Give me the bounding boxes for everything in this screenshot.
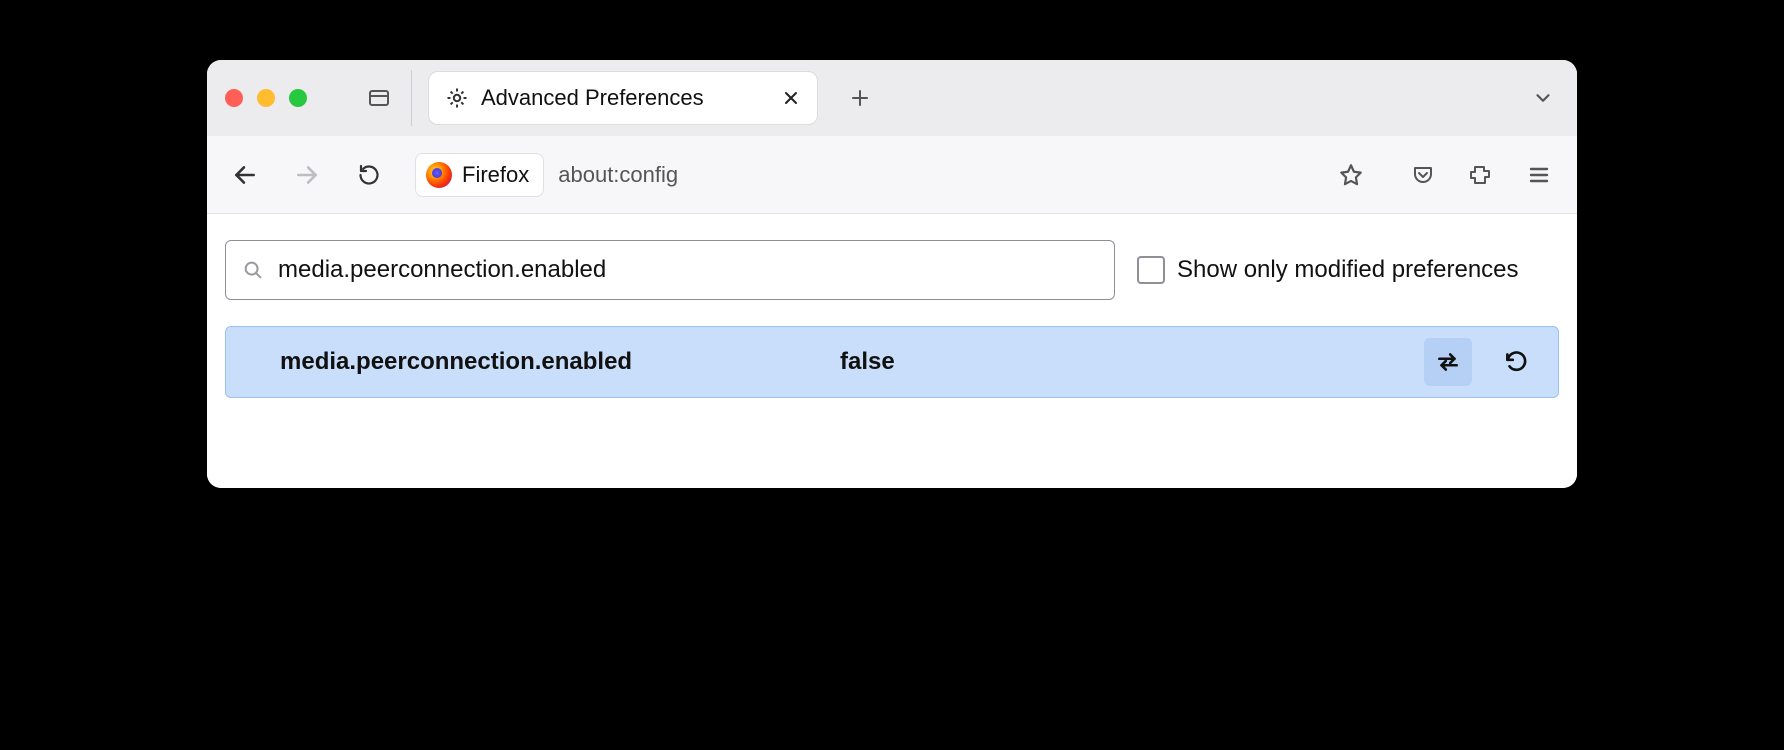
pref-actions xyxy=(1424,338,1540,386)
pref-result-row[interactable]: media.peerconnection.enabled false xyxy=(225,326,1559,398)
minimize-window-button[interactable] xyxy=(257,89,275,107)
search-row: Show only modified preferences xyxy=(225,240,1559,300)
new-tab-button[interactable] xyxy=(844,82,876,114)
all-tabs-dropdown[interactable] xyxy=(1527,82,1559,114)
navigation-toolbar: Firefox about:config xyxy=(207,136,1577,214)
tab-separator xyxy=(411,70,412,126)
nav-buttons xyxy=(229,159,385,191)
search-icon xyxy=(242,259,264,281)
pref-value: false xyxy=(840,348,1404,376)
back-button[interactable] xyxy=(229,159,261,191)
show-modified-checkbox[interactable] xyxy=(1137,256,1165,284)
pocket-button[interactable] xyxy=(1407,159,1439,191)
toolbar-icons xyxy=(1407,159,1555,191)
tab-title: Advanced Preferences xyxy=(481,85,767,111)
maximize-window-button[interactable] xyxy=(289,89,307,107)
browser-window: Advanced Preferences xyxy=(207,60,1577,488)
menu-button[interactable] xyxy=(1523,159,1555,191)
forward-button[interactable] xyxy=(291,159,323,191)
gear-icon xyxy=(445,86,469,110)
url-bar[interactable]: Firefox about:config xyxy=(415,151,1367,199)
reload-button[interactable] xyxy=(353,159,385,191)
reset-pref-button[interactable] xyxy=(1492,338,1540,386)
extensions-button[interactable] xyxy=(1465,159,1497,191)
sidebar-toggle-button[interactable] xyxy=(363,82,395,114)
identity-label: Firefox xyxy=(462,162,529,188)
filter-group: Show only modified preferences xyxy=(1137,256,1519,284)
tab-strip: Advanced Preferences xyxy=(207,60,1577,136)
identity-box[interactable]: Firefox xyxy=(415,153,544,197)
firefox-logo-icon xyxy=(426,162,452,188)
about-config-content: Show only modified preferences media.pee… xyxy=(207,214,1577,488)
window-controls xyxy=(225,89,307,107)
pref-search-input[interactable] xyxy=(278,256,1098,284)
close-window-button[interactable] xyxy=(225,89,243,107)
close-tab-button[interactable] xyxy=(779,86,803,110)
toggle-pref-button[interactable] xyxy=(1424,338,1472,386)
active-tab[interactable]: Advanced Preferences xyxy=(428,71,818,125)
pref-search-box[interactable] xyxy=(225,240,1115,300)
pref-name: media.peerconnection.enabled xyxy=(280,348,820,376)
bookmark-star-button[interactable] xyxy=(1335,159,1367,191)
show-modified-label: Show only modified preferences xyxy=(1177,256,1519,284)
url-text: about:config xyxy=(558,162,678,188)
